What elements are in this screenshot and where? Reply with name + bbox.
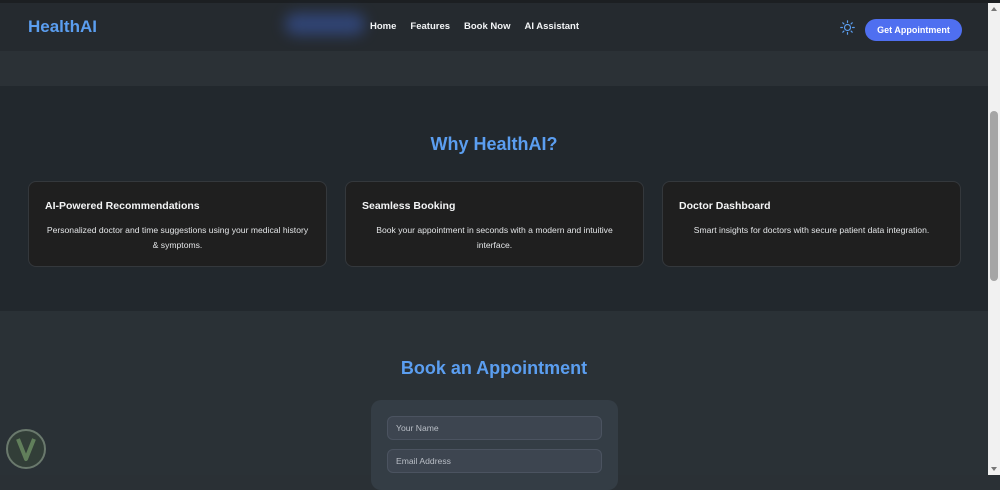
shield-logo-icon <box>4 427 48 471</box>
scrollbar-thumb[interactable] <box>990 111 998 281</box>
nav-features[interactable]: Features <box>410 21 450 32</box>
feature-card-ai: AI-Powered Recommendations Personalized … <box>28 181 327 267</box>
booking-section: Book an Appointment <box>0 311 988 490</box>
top-navbar: HealthAI Home Features Book Now AI Assis… <box>0 3 988 51</box>
blurred-decoration <box>285 13 365 35</box>
nav-home[interactable]: Home <box>370 21 396 32</box>
feature-card-booking: Seamless Booking Book your appointment i… <box>345 181 644 267</box>
name-input[interactable] <box>387 416 602 440</box>
booking-title: Book an Appointment <box>400 358 588 378</box>
feature-card-title: AI-Powered Recommendations <box>45 200 200 212</box>
feature-card-desc: Personalized doctor and time suggestions… <box>46 225 309 250</box>
feature-card-desc: Book your appointment in seconds with a … <box>376 225 613 250</box>
feature-card-dashboard: Doctor Dashboard Smart insights for doct… <box>662 181 961 267</box>
sun-icon[interactable] <box>840 20 855 35</box>
main-nav: Home Features Book Now AI Assistant <box>370 21 579 32</box>
features-section: Why HealthAI? AI-Powered Recommendations… <box>0 86 988 311</box>
feature-card-desc: Smart insights for doctors with secure p… <box>693 225 930 235</box>
features-title: Why HealthAI? <box>430 134 558 154</box>
get-appointment-button[interactable]: Get Appointment <box>865 19 962 41</box>
nav-book-now[interactable]: Book Now <box>464 21 510 32</box>
feature-card-title: Doctor Dashboard <box>679 200 771 212</box>
vertical-scrollbar[interactable] <box>988 3 1000 475</box>
scroll-down-arrow-icon[interactable] <box>988 463 1000 475</box>
email-input[interactable] <box>387 449 602 473</box>
hero-bottom-band <box>0 51 988 86</box>
nav-ai-assistant[interactable]: AI Assistant <box>524 21 579 32</box>
brand-logo[interactable]: HealthAI <box>28 17 97 37</box>
feature-card-title: Seamless Booking <box>362 200 456 212</box>
scroll-up-arrow-icon[interactable] <box>988 3 1000 15</box>
booking-form <box>371 400 618 490</box>
